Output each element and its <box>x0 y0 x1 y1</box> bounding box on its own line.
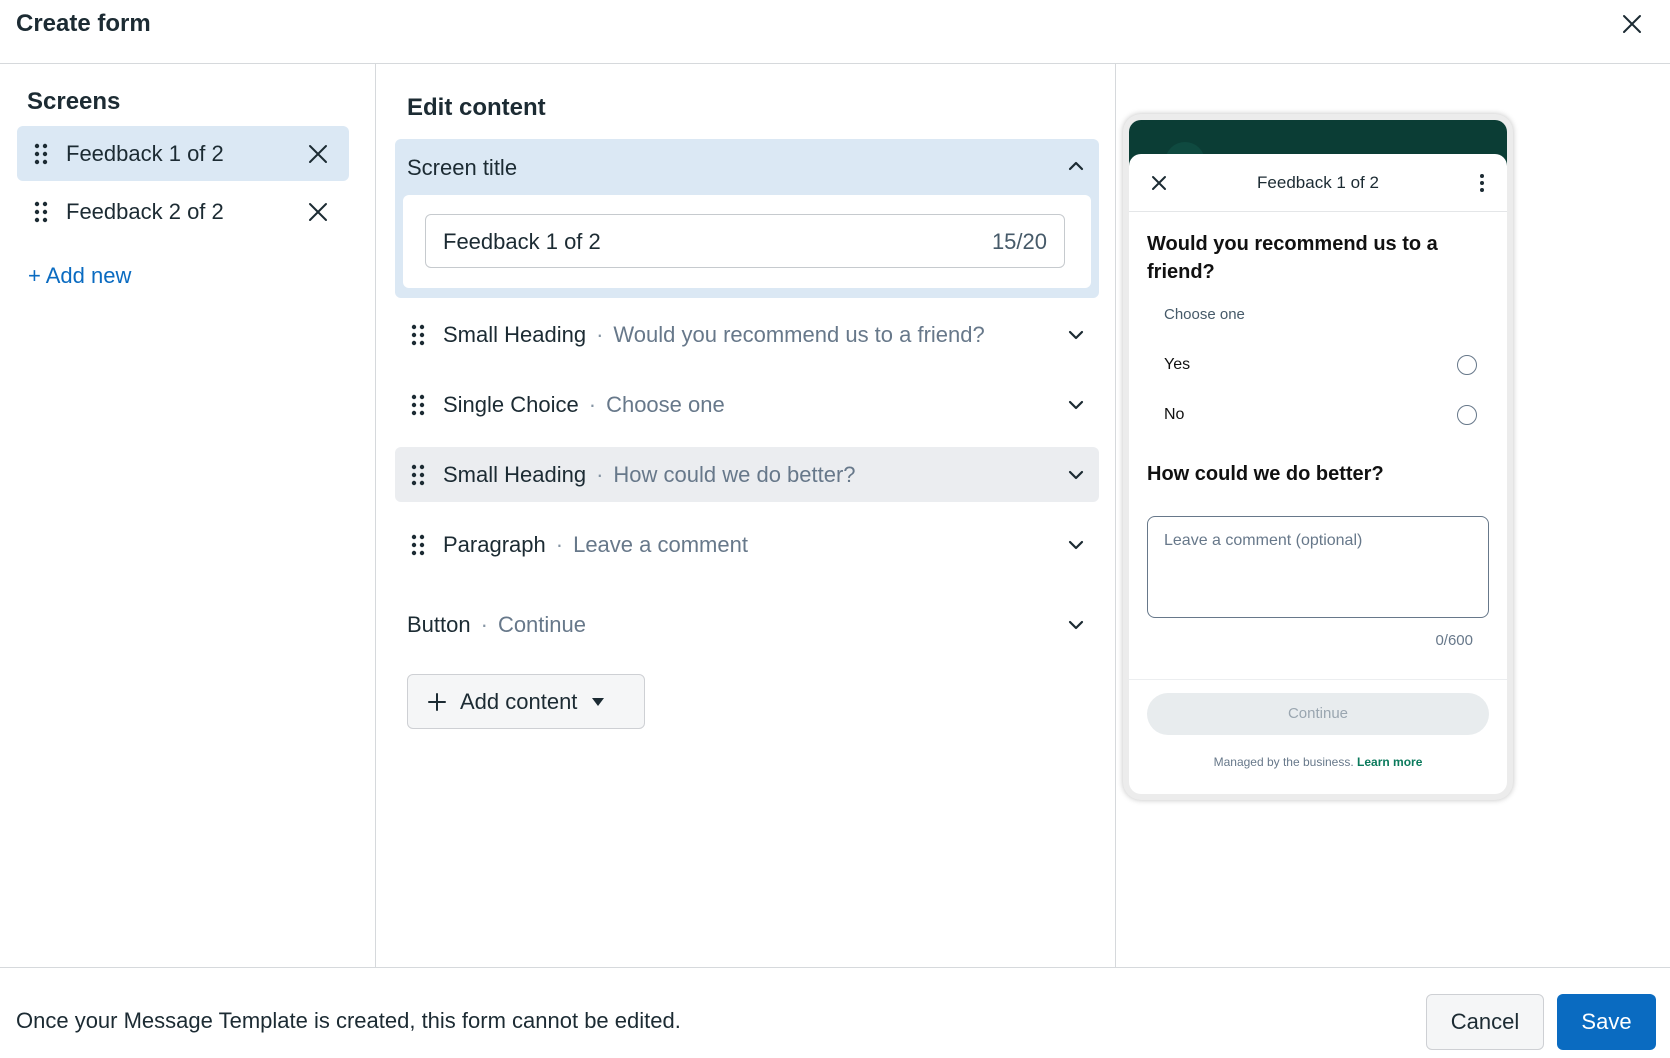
drag-handle-icon[interactable] <box>411 394 425 416</box>
content-item-type: Button <box>407 611 471 637</box>
divider <box>1129 679 1507 680</box>
screen-item-label: Feedback 1 of 2 <box>66 140 224 166</box>
content-item-desc: Continue <box>497 611 587 637</box>
radio-no[interactable] <box>1457 405 1477 425</box>
preview-char-counter: 0/600 <box>1435 632 1473 649</box>
more-vertical-icon[interactable] <box>1479 173 1485 193</box>
chevron-down-icon[interactable] <box>1067 616 1085 634</box>
content-item-desc: Leave a comment <box>573 531 748 557</box>
add-content-label: Add content <box>460 688 578 714</box>
chevron-down-icon[interactable] <box>1067 326 1085 344</box>
screen-title-value: Feedback 1 of 2 <box>443 229 601 254</box>
preview-question-1: Would you recommend us to a friend? <box>1147 233 1438 283</box>
footer-message: Once your Message Template is created, t… <box>16 1008 681 1033</box>
dialog-title: Create form <box>16 10 151 37</box>
chevron-up-icon[interactable] <box>1067 157 1085 175</box>
screen-item-feedback-2[interactable]: Feedback 2 of 2 <box>17 184 349 239</box>
preview-panel: Feedback 1 of 2 Would you recommend us t… <box>1116 64 1670 967</box>
form-preview-sheet: Feedback 1 of 2 Would you recommend us t… <box>1129 154 1507 794</box>
dialog-footer: Once your Message Template is created, t… <box>0 967 1670 1058</box>
preview-comment-placeholder: Leave a comment (optional) <box>1164 532 1363 549</box>
edit-content-title: Edit content <box>407 94 546 121</box>
chevron-down-icon[interactable] <box>1067 396 1085 414</box>
separator: · <box>596 321 604 347</box>
chevron-down-icon[interactable] <box>1067 536 1085 554</box>
content-item-button[interactable]: Button · Continue <box>395 597 1099 652</box>
content-item-desc: Choose one <box>606 391 725 417</box>
learn-more-link[interactable]: Learn more <box>1357 755 1422 769</box>
preview-option-no: No <box>1164 406 1185 423</box>
preview-managed-note: Managed by the business. Learn more <box>1129 755 1507 769</box>
separator: · <box>555 531 564 557</box>
plus-icon <box>428 692 446 711</box>
screen-title-label[interactable]: Screen title <box>407 155 517 181</box>
content-item-desc: Would you recommend us to a friend? <box>613 321 985 347</box>
drag-handle-icon[interactable] <box>34 143 48 165</box>
content-item-small-heading-1[interactable]: Small Heading · Would you recommend us t… <box>395 307 1099 362</box>
content-item-type: Small Heading <box>443 461 587 487</box>
phone-preview: Feedback 1 of 2 Would you recommend us t… <box>1123 114 1513 800</box>
screen-title-input[interactable]: Feedback 1 of 2 15/20 <box>425 214 1065 268</box>
content-item-single-choice[interactable]: Single Choice · Choose one <box>395 377 1099 432</box>
content-item-paragraph[interactable]: Paragraph · Leave a comment <box>395 517 1099 572</box>
chevron-down-icon[interactable] <box>1067 466 1085 484</box>
form-preview-header: Feedback 1 of 2 <box>1129 154 1507 212</box>
screen-title-section: Screen title Feedback 1 of 2 15/20 <box>395 139 1099 298</box>
screen-item-feedback-1[interactable]: Feedback 1 of 2 <box>17 126 349 181</box>
content-item-desc: How could we do better? <box>613 461 856 487</box>
drag-handle-icon[interactable] <box>411 324 425 346</box>
form-preview-title: Feedback 1 of 2 <box>1257 173 1379 192</box>
add-content-button[interactable]: Add content <box>407 674 645 729</box>
separator: · <box>480 611 488 637</box>
screen-title-body: Feedback 1 of 2 15/20 <box>403 195 1091 288</box>
preview-question-2: How could we do better? <box>1147 463 1384 485</box>
drag-handle-icon[interactable] <box>411 534 425 556</box>
preview-continue-button[interactable]: Continue <box>1147 693 1489 735</box>
screen-item-label: Feedback 2 of 2 <box>66 198 224 224</box>
separator: · <box>588 391 597 417</box>
add-new-screen-link[interactable]: + Add new <box>28 263 131 289</box>
character-count: 15/20 <box>991 229 1047 254</box>
radio-yes[interactable] <box>1457 355 1477 375</box>
content-item-type: Paragraph <box>443 531 546 557</box>
cancel-button[interactable]: Cancel <box>1426 994 1544 1050</box>
screens-title: Screens <box>27 88 121 115</box>
remove-screen-icon[interactable] <box>307 143 329 165</box>
close-icon[interactable] <box>1620 12 1644 36</box>
drag-handle-icon[interactable] <box>411 464 425 486</box>
edit-content-panel: Edit content Screen title Feedback 1 of … <box>376 64 1116 967</box>
managed-text: Managed by the business. <box>1213 755 1354 769</box>
save-button[interactable]: Save <box>1557 994 1656 1050</box>
preview-option-yes: Yes <box>1164 356 1191 373</box>
content-item-type: Single Choice <box>443 391 579 417</box>
content-item-small-heading-2[interactable]: Small Heading · How could we do better? <box>395 447 1099 502</box>
content-item-type: Small Heading <box>443 321 587 347</box>
remove-screen-icon[interactable] <box>307 201 329 223</box>
screens-panel: Screens Feedback 1 of 2 Feedback 2 of 2 … <box>0 64 376 967</box>
caret-down-icon <box>592 697 605 706</box>
separator: · <box>596 461 604 487</box>
preview-choose-label: Choose one <box>1164 306 1245 323</box>
dialog-header: Create form <box>0 0 1670 64</box>
preview-comment-field[interactable]: Leave a comment (optional) <box>1147 516 1489 618</box>
drag-handle-icon[interactable] <box>34 201 48 223</box>
